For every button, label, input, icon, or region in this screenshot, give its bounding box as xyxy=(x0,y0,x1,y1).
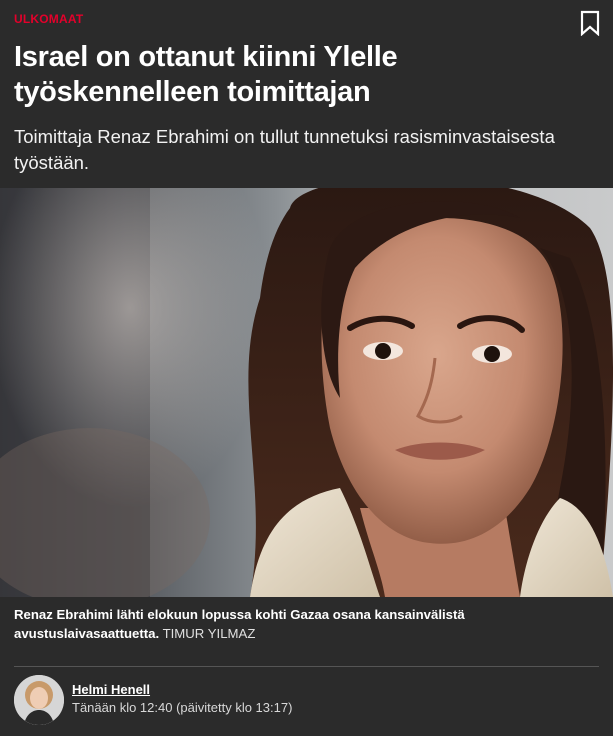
author-avatar[interactable] xyxy=(14,675,64,725)
divider xyxy=(14,666,599,667)
photo-credit: TIMUR YILMAZ xyxy=(162,626,256,641)
article-photo[interactable] xyxy=(0,188,613,597)
photo-caption: Renaz Ebrahimi lähti elokuun lopussa koh… xyxy=(14,605,599,643)
publish-timestamp: Tänään klo 12:40 (päivitetty klo 13:17) xyxy=(72,700,293,715)
author-name-link[interactable]: Helmi Henell xyxy=(72,682,150,697)
headline: Israel on ottanut kiinni Ylelle työskenn… xyxy=(14,41,398,108)
bookmark-button[interactable] xyxy=(578,10,602,37)
article-page: { "article": { "category": "ULKOMAAT", "… xyxy=(0,0,613,736)
bookmark-icon xyxy=(580,10,600,37)
lead-paragraph: Toimittaja Renaz Ebrahimi on tullut tunn… xyxy=(14,126,555,173)
author-portrait xyxy=(14,675,64,725)
portrait-image xyxy=(0,188,613,597)
category-link[interactable]: ULKOMAAT xyxy=(14,12,83,26)
